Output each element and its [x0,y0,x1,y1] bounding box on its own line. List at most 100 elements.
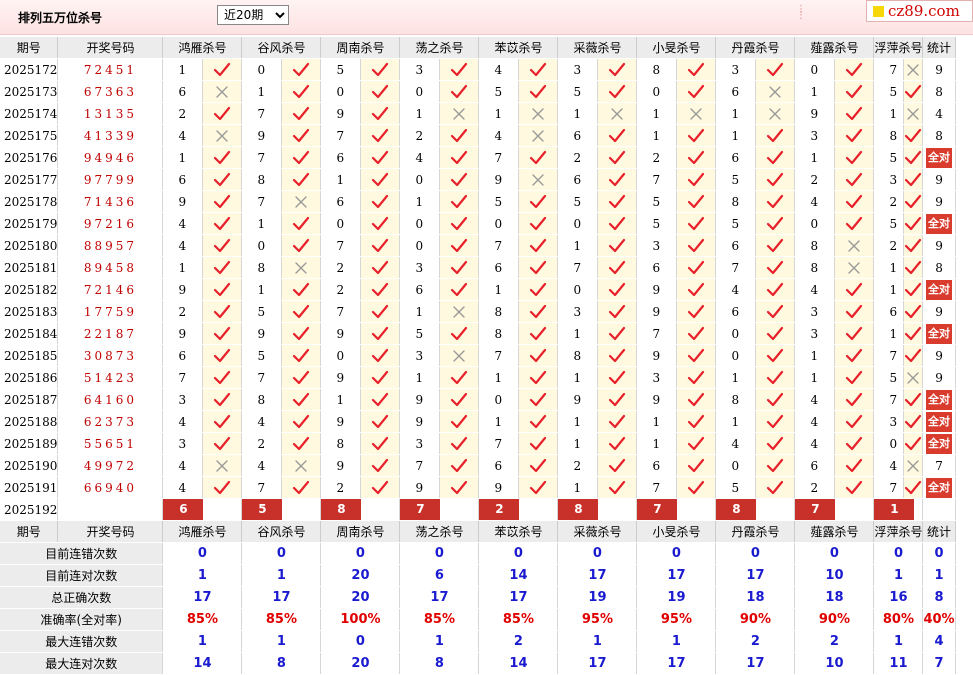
row-stat-cell: 8 [922,124,956,147]
kill-number-cell: 9 [557,388,599,411]
check-icon [834,432,875,455]
check-icon [439,146,480,169]
check-icon [281,344,322,367]
cross-icon [755,102,796,125]
kill-number-cell: 1 [715,124,757,147]
check-icon [755,58,796,81]
kill-number-cell: 9 [162,190,204,213]
check-icon [281,146,322,169]
current-kill-cell: 1 [873,498,924,521]
kill-number-cell: 1 [794,80,836,103]
stat-label: 总正确次数 [0,586,164,609]
header2-col-11: 浮萍杀号 [873,520,924,543]
kill-number-cell: 4 [162,410,204,433]
check-icon [597,278,638,301]
check-icon [597,234,638,257]
stat-value: 0 [873,542,924,565]
check-icon [834,80,875,103]
check-icon [676,432,717,455]
kill-number-cell: 2 [636,146,678,169]
kill-number-cell: 1 [399,366,441,389]
logo-square-icon [873,6,884,17]
table-row: 2025182 72146 9 1 2 6 1 0 9 4 4 1 全对 [0,278,956,301]
table-row: 2025181 89458 1 8 2 3 6 7 6 7 8 1 8 [0,256,956,279]
check-icon [360,168,401,191]
check-icon [360,300,401,323]
stat-value: 17 [478,586,559,609]
kill-number-cell: 3 [557,58,599,81]
kill-number-cell: 7 [557,256,599,279]
current-kill-cell: 8 [715,498,796,521]
check-icon [439,124,480,147]
row-stat-cell: 全对 [922,278,956,301]
check-icon [281,58,322,81]
header-col-6: 苯苡杀号 [478,37,559,59]
row-stat-cell: 9 [922,366,956,389]
cross-icon [439,300,480,323]
site-logo[interactable]: cz89.com [866,0,973,22]
row-stat-cell: 全对 [922,322,956,345]
winning-number-cell: 94946 [57,146,164,169]
kill-number-cell: 8 [557,344,599,367]
check-icon [439,476,480,499]
stat-value: 1 [399,630,480,653]
kill-number-cell: 1 [715,366,757,389]
kill-number-cell: 1 [162,146,204,169]
kill-number-cell: 5 [715,476,757,499]
check-icon [518,366,559,389]
kill-number-cell: 0 [399,168,441,191]
check-icon [202,234,243,257]
all-correct-badge: 全对 [926,389,953,410]
kill-number-cell: 5 [241,344,283,367]
period-range-select[interactable]: 近20期 [217,5,289,25]
kill-number-cell: 9 [478,168,520,191]
kill-number-cell: 6 [162,344,204,367]
row-stat-cell: 9 [922,58,956,81]
check-icon [281,80,322,103]
check-icon [834,322,875,345]
kill-number-cell: 8 [794,234,836,257]
check-icon [439,212,480,235]
check-icon [903,322,924,345]
kill-number-cell: 0 [557,278,599,301]
check-icon [439,256,480,279]
check-icon [202,476,243,499]
check-icon [360,102,401,125]
winning-number-cell: 72146 [57,278,164,301]
header-col-3: 谷风杀号 [241,37,322,59]
check-icon [281,124,322,147]
check-icon [903,146,924,169]
stat-value: 85% [399,608,480,631]
kill-number-cell: 1 [399,102,441,125]
kill-number-cell: 1 [478,102,520,125]
check-icon [360,124,401,147]
kill-number-cell: 0 [399,234,441,257]
kill-number-cell: 1 [557,366,599,389]
winning-number-cell: 55651 [57,432,164,455]
current-stat-cell [922,498,956,521]
cross-icon [281,190,322,213]
check-icon [360,410,401,433]
kill-number-cell: 5 [478,190,520,213]
table-row: 2025173 67363 6 1 0 0 5 5 0 6 1 5 8 [0,80,956,103]
winning-number-cell: 97216 [57,212,164,235]
kill-number-cell: 5 [320,58,362,81]
winning-number-cell: 67363 [57,80,164,103]
cross-icon [518,124,559,147]
period-cell: 2025185 [0,344,59,367]
stat-value: 17 [399,586,480,609]
kill-number-cell: 8 [873,124,905,147]
kill-number-cell: 0 [320,80,362,103]
header2-col-0: 期号 [0,520,59,543]
winning-number-cell: 62373 [57,410,164,433]
header2-col-7: 采薇杀号 [557,520,638,543]
table-row: 2025178 71436 9 7 6 1 5 5 5 8 4 2 9 [0,190,956,213]
kill-number-cell: 4 [794,410,836,433]
period-cell: 2025183 [0,300,59,323]
kill-number-cell: 4 [873,454,905,477]
kill-number-cell: 8 [320,432,362,455]
kill-number-cell: 4 [162,124,204,147]
check-icon [360,234,401,257]
check-icon [834,388,875,411]
check-icon [360,432,401,455]
